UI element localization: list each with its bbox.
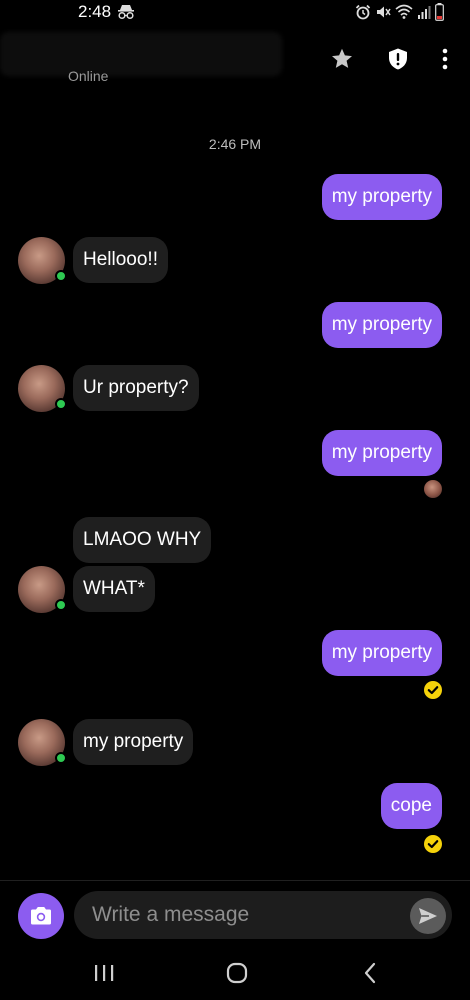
message-composer	[0, 880, 470, 948]
camera-button[interactable]	[18, 893, 64, 939]
outgoing-message[interactable]: cope	[380, 783, 442, 829]
outgoing-message[interactable]: my property	[321, 630, 442, 676]
star-icon	[332, 48, 352, 68]
send-button[interactable]	[410, 898, 446, 934]
seen-check-icon	[424, 681, 442, 699]
incoming-message[interactable]: Hellooo!!	[73, 237, 168, 283]
status-icons	[355, 3, 444, 21]
incoming-message[interactable]: LMAOO WHY	[73, 517, 212, 563]
outgoing-message[interactable]: my property	[321, 174, 442, 220]
status-time: 2:48	[78, 2, 112, 21]
status-bar: 2:48	[0, 0, 470, 26]
back-button[interactable]	[355, 958, 385, 988]
chat-header: Online	[0, 26, 470, 96]
contact-name-redacted[interactable]	[0, 32, 282, 76]
message-list[interactable]: 2:46 PM my property Hellooo!! my propert…	[0, 96, 470, 880]
message-input[interactable]	[74, 891, 452, 939]
recents-button[interactable]	[89, 958, 119, 988]
online-indicator	[55, 398, 67, 410]
home-icon	[226, 962, 248, 984]
more-options-button[interactable]	[430, 44, 460, 74]
wifi-icon	[395, 4, 413, 19]
mute-icon	[377, 6, 391, 18]
safety-button[interactable]	[383, 44, 413, 74]
contact-avatar[interactable]	[18, 566, 67, 613]
seen-check-icon	[424, 835, 442, 853]
camera-icon	[31, 907, 51, 925]
send-icon	[419, 908, 437, 924]
signal-icon	[418, 6, 431, 19]
outgoing-message[interactable]: my property	[321, 430, 442, 476]
home-button[interactable]	[222, 958, 252, 988]
contact-avatar[interactable]	[18, 237, 67, 284]
more-vertical-icon	[442, 48, 448, 70]
contact-status: Online	[68, 68, 109, 84]
incoming-message[interactable]: my property	[73, 719, 194, 765]
contact-avatar[interactable]	[18, 365, 67, 412]
incognito-icon	[118, 5, 134, 20]
incoming-message[interactable]: Ur property?	[73, 365, 199, 411]
outgoing-message[interactable]: my property	[321, 302, 442, 348]
system-nav-bar	[0, 948, 470, 1000]
favorite-button[interactable]	[327, 44, 357, 74]
contact-avatar[interactable]	[18, 719, 67, 766]
alarm-icon	[355, 4, 371, 20]
online-indicator	[55, 752, 67, 764]
incoming-message[interactable]: WHAT*	[73, 566, 155, 612]
recents-icon	[95, 965, 114, 981]
online-indicator	[55, 599, 67, 611]
read-receipt-avatar	[424, 480, 442, 498]
battery-icon	[435, 3, 444, 21]
online-indicator	[55, 270, 67, 282]
message-timestamp: 2:46 PM	[208, 136, 262, 152]
back-icon	[364, 962, 376, 984]
shield-alert-icon	[389, 48, 407, 70]
